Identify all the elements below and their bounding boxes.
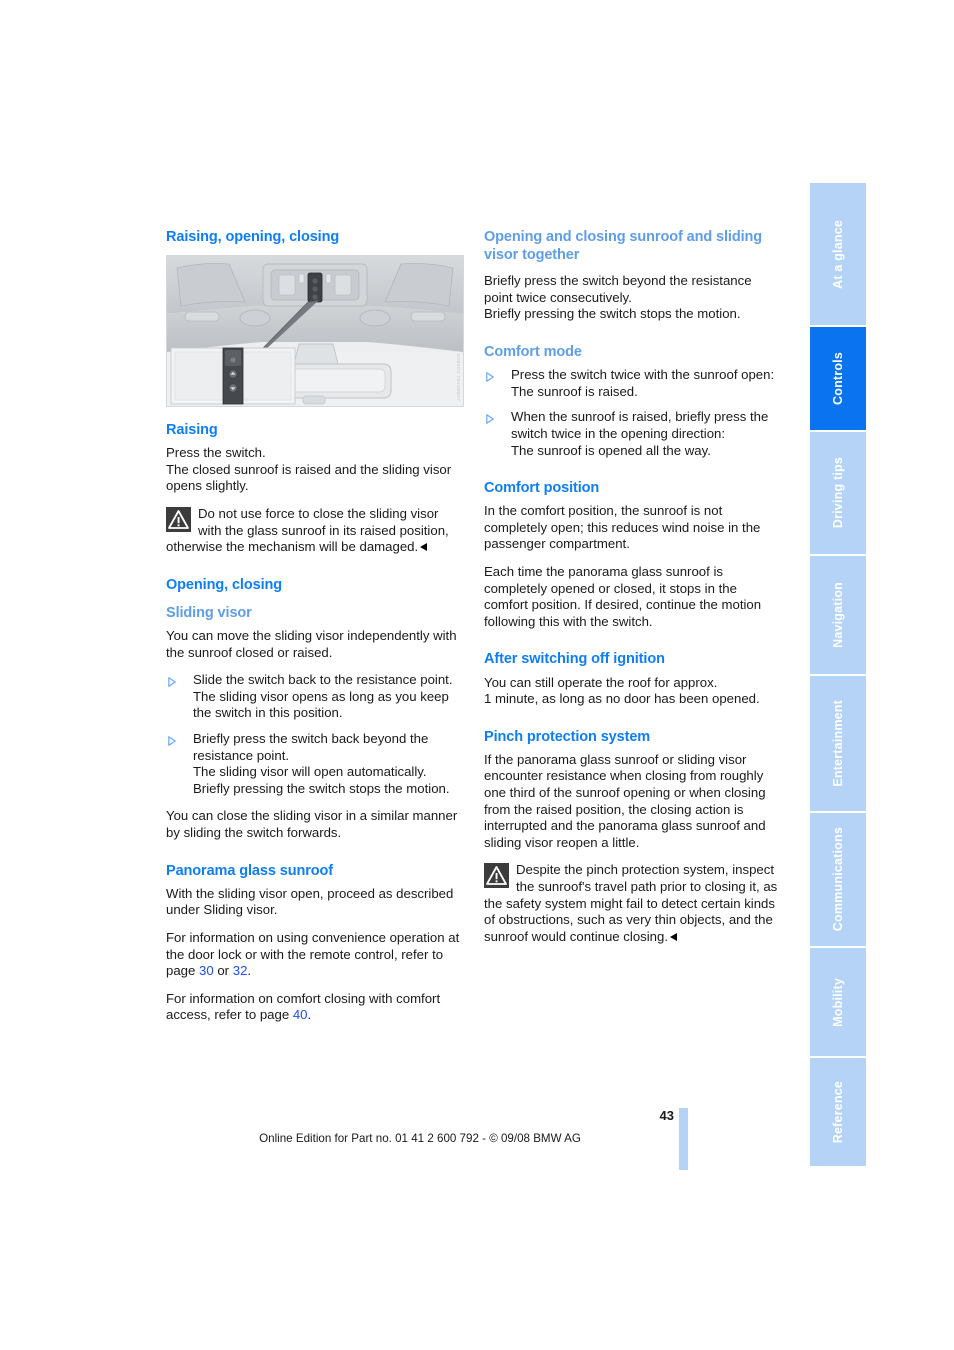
section-tab-navigation: At a glance Controls Driving tips Naviga…	[810, 183, 866, 1166]
heading-open-close-together: Opening and closing sunroof and sliding …	[484, 229, 763, 264]
raising-paragraph: Press the switch. The closed sunroof is …	[166, 445, 452, 494]
heading-pinch-protection-system: Pinch protection system	[484, 728, 651, 745]
panorama-paragraph-2: For information on using convenience ope…	[166, 930, 464, 980]
comfort-mode-steps: Press the switch twice with the sunroof …	[484, 367, 782, 459]
sidebar-item-at-a-glance[interactable]: At a glance	[810, 183, 866, 327]
end-of-note-marker	[670, 932, 678, 941]
sidebar-item-label: At a glance	[830, 219, 845, 289]
heading-panorama-glass-sunroof: Panorama glass sunroof	[166, 862, 334, 879]
sidebar-item-label: Reference	[830, 1080, 845, 1144]
comfort-access-text-after: .	[307, 1007, 312, 1023]
sidebar-item-driving-tips[interactable]: Driving tips	[810, 432, 866, 556]
panorama-paragraph-1: With the sliding visor open, proceed as …	[166, 885, 454, 918]
bullet-triangle-icon	[486, 371, 494, 382]
heading-sliding-visor: Sliding visor	[166, 604, 252, 621]
sidebar-item-label: Controls	[830, 352, 845, 405]
page-number: 43	[659, 1108, 674, 1123]
heading-comfort-position: Comfort position	[484, 480, 600, 497]
warning-note-raising: Do not use force to close the sliding vi…	[166, 506, 464, 556]
sliding-visor-outro: You can close the sliding visor in a sim…	[166, 808, 458, 840]
sidebar-item-reference[interactable]: Reference	[810, 1058, 866, 1166]
page-link-30[interactable]: 30	[199, 963, 214, 978]
bullet-triangle-icon	[168, 735, 176, 746]
list-item: Briefly press the switch back beyond the…	[166, 731, 464, 797]
together-paragraph: Briefly press the switch beyond the resi…	[484, 273, 752, 322]
panorama-text-mid: or	[213, 963, 233, 979]
list-item: Slide the switch back to the resistance …	[166, 672, 464, 722]
warning-text: Do not use force to close the sliding vi…	[166, 506, 449, 555]
bullet-triangle-icon	[168, 676, 176, 687]
bullet-triangle-icon	[486, 414, 494, 424]
heading-comfort-mode: Comfort mode	[484, 344, 582, 361]
sidebar-item-label: Entertainment	[830, 700, 845, 787]
list-item-text: Briefly press the switch back beyond the…	[193, 731, 450, 796]
page-link-32[interactable]: 32	[233, 963, 248, 978]
manual-page: At a glance Controls Driving tips Naviga…	[0, 0, 954, 1350]
sidebar-item-label: Mobility	[830, 977, 845, 1027]
list-item: Press the switch twice with the sunroof …	[484, 367, 782, 400]
comfort-position-paragraph-2: Each time the panorama glass sunroof is …	[484, 564, 762, 629]
warning-triangle-icon	[484, 863, 509, 889]
right-column: Opening and closing sunroof and sliding …	[484, 228, 782, 956]
warning-note-pinch-protection: Despite the pinch protection system, ins…	[484, 862, 782, 945]
sidebar-item-mobility[interactable]: Mobility	[810, 948, 866, 1058]
comfort-position-paragraph-1: In the comfort position, the sunroof is …	[484, 503, 761, 552]
sidebar-item-navigation[interactable]: Navigation	[810, 556, 866, 676]
warning-triangle-icon	[166, 507, 191, 533]
footer-accent-bar	[679, 1108, 688, 1170]
heading-raising: Raising	[166, 422, 218, 439]
panorama-text-after: .	[247, 963, 252, 979]
panorama-paragraph-3: For information on comfort closing with …	[166, 991, 464, 1024]
list-item-text: Press the switch twice with the sunroof …	[511, 367, 775, 399]
sliding-visor-steps: Slide the switch back to the resistance …	[166, 672, 464, 797]
list-item: When the sunroof is raised, briefly pres…	[484, 409, 782, 459]
sliding-visor-intro: You can move the sliding visor independe…	[166, 628, 457, 660]
list-item-text: When the sunroof is raised, briefly pres…	[511, 409, 769, 458]
pinch-protection-paragraph: If the panorama glass sunroof or sliding…	[484, 751, 766, 850]
warning-text: Despite the pinch protection system, ins…	[484, 862, 778, 944]
sidebar-item-label: Navigation	[830, 582, 845, 648]
sidebar-item-entertainment[interactable]: Entertainment	[810, 676, 866, 813]
sidebar-item-controls[interactable]: Controls	[810, 327, 866, 432]
after-ignition-paragraph: You can still operate the roof for appro…	[484, 674, 760, 707]
end-of-note-marker	[420, 543, 428, 552]
sidebar-item-label: Communications	[830, 827, 845, 932]
sidebar-item-label: Driving tips	[830, 457, 845, 529]
list-item-text: Slide the switch back to the resistance …	[193, 672, 453, 721]
page-title: Raising, opening, closing	[166, 229, 340, 245]
overhead-console-illustration	[167, 256, 463, 407]
heading-after-switching-off-ignition: After switching off ignition	[484, 651, 665, 668]
page-link-40[interactable]: 40	[293, 1007, 308, 1022]
figure-code: AVBBFAB1 KG0BVR	[456, 352, 461, 401]
figure-overhead-console-switch: AVBBFAB1 KG0BVR	[166, 255, 464, 408]
footer-imprint: Online Edition for Part no. 01 41 2 600 …	[259, 1132, 581, 1145]
left-column: Raising, opening, closing AVBBFAB1 KG0BV…	[166, 228, 464, 1035]
heading-opening-closing: Opening, closing	[166, 576, 283, 593]
sidebar-item-communications[interactable]: Communications	[810, 813, 866, 948]
